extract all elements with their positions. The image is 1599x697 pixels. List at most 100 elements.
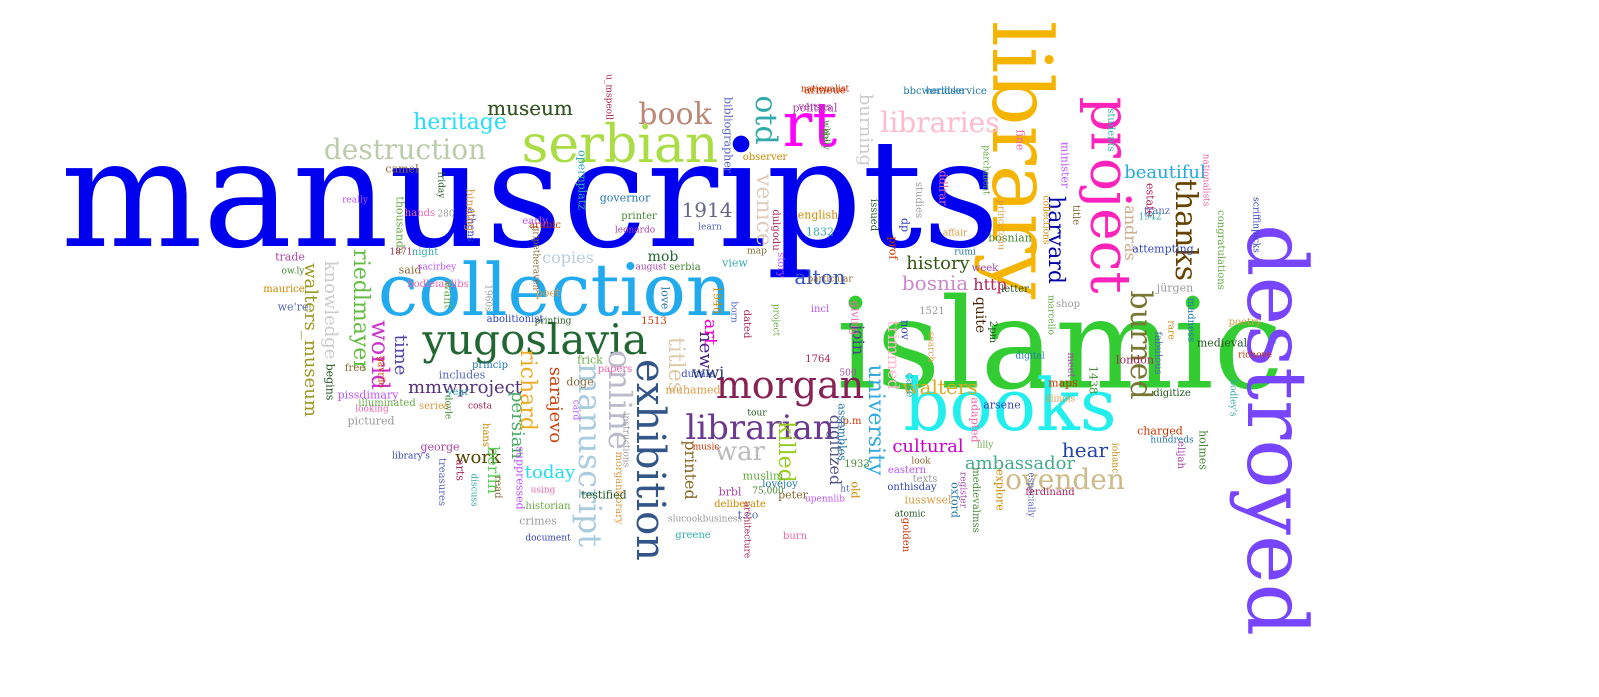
word-small-92: pictured xyxy=(347,414,395,428)
word-small-58: bodleianlibs xyxy=(407,279,469,290)
word-small-80: maps xyxy=(1048,376,1078,390)
word-small-138: using xyxy=(530,485,556,496)
word-small-132: iohanc xyxy=(1109,442,1120,474)
word-small-41: minister xyxy=(1058,141,1072,189)
word-small-126: illinois xyxy=(1044,394,1076,405)
word-knowledge: knowledge xyxy=(320,260,341,360)
word-small-77: nov xyxy=(898,320,912,340)
word-small-19: printer xyxy=(621,211,657,222)
word-small-29: dp xyxy=(898,217,912,233)
word-small-139: historian xyxy=(525,501,571,512)
word-small-71: view xyxy=(722,256,748,270)
word-small-27: parchment xyxy=(980,145,991,195)
word-hear: hear xyxy=(1061,438,1109,462)
word-small-170: ddlrar xyxy=(936,170,950,206)
word-small-178: versus xyxy=(798,102,832,113)
word-small-18: leonardo xyxy=(614,225,656,236)
word-small-98: george xyxy=(420,440,460,454)
word-small-176: armeue xyxy=(803,83,847,97)
word-small-91: illuminated xyxy=(358,398,416,409)
word-small-179: dr xyxy=(818,128,832,142)
word-small-96: gavrilo xyxy=(375,356,386,388)
word-museum: museum xyxy=(487,96,573,120)
word-small-154: burn xyxy=(782,531,808,542)
word-quite: quite xyxy=(972,296,988,334)
word-small-115: 1933 xyxy=(844,459,870,470)
word-ambassador: ambassador xyxy=(964,453,1076,474)
word-cloud: manuscripts islamic library destroyed collec… xyxy=(0,0,1599,697)
word-small-81: digital xyxy=(1015,351,1045,362)
word-small-169: early xyxy=(522,216,548,227)
word-small-30: affair xyxy=(942,228,968,239)
word-small-127: digitize xyxy=(1153,388,1191,399)
word-small-163: medievalmss xyxy=(970,467,981,533)
word-small-157: onthisday xyxy=(887,482,937,493)
word-small-175: letter xyxy=(1001,284,1029,295)
word-bosnia: bosnia xyxy=(901,271,969,295)
word-small-14: binding xyxy=(463,188,477,232)
word-small-24: map xyxy=(747,246,767,257)
word-small-152: peter xyxy=(778,488,808,502)
word-small-88: free xyxy=(344,363,366,374)
word-small-49: madness xyxy=(1185,297,1196,343)
word-small-4: observer xyxy=(742,152,788,163)
word-small-20: english xyxy=(797,208,839,222)
word-small-105: card xyxy=(570,399,581,421)
word-small-174: princetonu xyxy=(995,200,1006,250)
word-small-79: 2pm xyxy=(987,320,998,344)
word-small-114: 500 xyxy=(839,368,857,379)
word-small-164: explore xyxy=(993,469,1007,511)
word-small-119: case xyxy=(903,372,917,398)
word-today: today xyxy=(524,462,576,483)
word-beautiful: beautiful xyxy=(1124,162,1206,183)
word-small-144: music xyxy=(692,442,720,453)
word-small-117: ht xyxy=(840,484,850,495)
word-small-64: 1513 xyxy=(641,316,667,327)
word-small-113: assembles xyxy=(835,403,849,461)
word-small-54: 1871 xyxy=(389,247,413,258)
word-book: book xyxy=(638,97,712,132)
word-small-118: 1764 xyxy=(805,354,831,365)
word-small-47: medieval xyxy=(1196,336,1248,350)
word-small-86: london xyxy=(1116,353,1154,367)
word-copies: copies xyxy=(542,248,594,267)
word-small-68: 1946 xyxy=(710,286,724,314)
word-small-177: herduke xyxy=(926,86,964,97)
word-burning: burning xyxy=(855,93,876,167)
word-small-21: learn xyxy=(698,222,722,233)
word-small-104: doge xyxy=(566,375,594,389)
word-small-9: really xyxy=(342,195,368,206)
word-small-122: adapted xyxy=(968,397,982,443)
word-small-73: incl xyxy=(810,304,830,315)
word-small-44: jürgen xyxy=(1156,281,1194,295)
word-war: war xyxy=(714,437,766,467)
word-small-48: richove xyxy=(1238,350,1272,361)
word-small-162: register xyxy=(957,471,968,509)
word-small-28: studies xyxy=(913,181,924,219)
word-sarajevo: sarajevo xyxy=(545,366,566,444)
word-small-34: week xyxy=(971,263,999,274)
word-small-72: particular xyxy=(807,274,853,285)
word-small-168: gripetheraven xyxy=(530,225,541,291)
word-small-155: muslim xyxy=(742,469,784,483)
word-small-66: august xyxy=(635,262,667,273)
word-small-78: search xyxy=(925,331,936,363)
word-destruction: destruction xyxy=(323,133,487,166)
word-small-52: maurice xyxy=(263,284,305,295)
word-otd: otd xyxy=(748,95,783,145)
word-small-43: congratulations xyxy=(1215,210,1226,290)
word-small-137: suppressed xyxy=(513,446,527,510)
word-small-39: 1942 xyxy=(1138,212,1162,223)
word-small-151: greene xyxy=(675,530,711,541)
word-small-76: 1521 xyxy=(919,306,945,317)
word-small-12: 280 xyxy=(437,209,455,220)
word-small-166: ferdinand xyxy=(1025,487,1075,498)
word-small-109: ducale xyxy=(681,369,715,380)
word-small-75: project xyxy=(770,303,781,337)
word-small-23: 1832 xyxy=(806,225,834,239)
word-small-87: bodley's xyxy=(1227,379,1238,417)
word-time: time xyxy=(390,334,411,376)
word-small-140: crimes xyxy=(519,514,557,528)
word-small-156: slucookbusiness xyxy=(667,514,743,525)
word-small-50: trade xyxy=(275,250,305,264)
